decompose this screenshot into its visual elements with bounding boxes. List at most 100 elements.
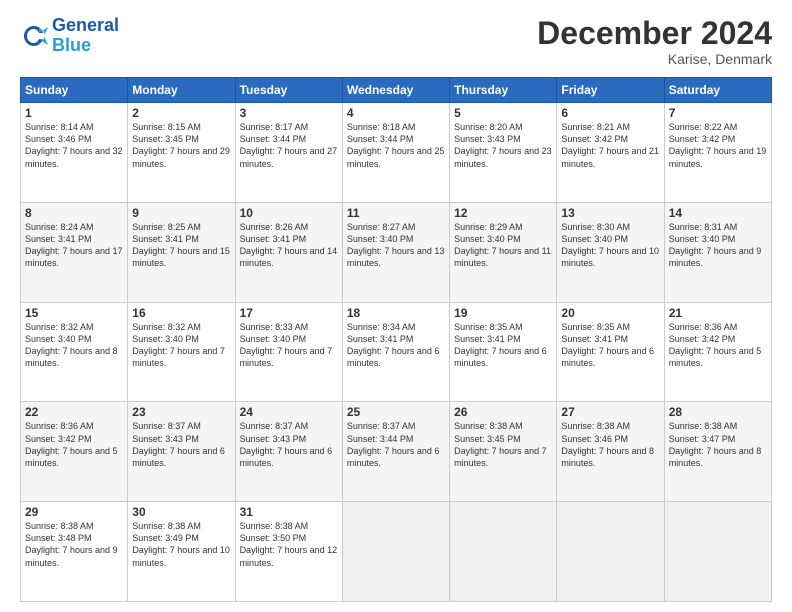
calendar-cell: 5Sunrise: 8:20 AMSunset: 3:43 PMDaylight… xyxy=(450,103,557,203)
day-number: 3 xyxy=(240,106,338,120)
calendar-cell: 13Sunrise: 8:30 AMSunset: 3:40 PMDayligh… xyxy=(557,202,664,302)
calendar-cell: 4Sunrise: 8:18 AMSunset: 3:44 PMDaylight… xyxy=(342,103,449,203)
calendar-cell: 27Sunrise: 8:38 AMSunset: 3:46 PMDayligh… xyxy=(557,402,664,502)
day-number: 28 xyxy=(669,405,767,419)
weekday-header-row: SundayMondayTuesdayWednesdayThursdayFrid… xyxy=(21,78,772,103)
calendar-cell: 9Sunrise: 8:25 AMSunset: 3:41 PMDaylight… xyxy=(128,202,235,302)
cell-info: Sunrise: 8:24 AMSunset: 3:41 PMDaylight:… xyxy=(25,221,123,270)
day-number: 10 xyxy=(240,206,338,220)
day-number: 30 xyxy=(132,505,230,519)
day-number: 17 xyxy=(240,306,338,320)
calendar-cell: 30Sunrise: 8:38 AMSunset: 3:49 PMDayligh… xyxy=(128,502,235,602)
calendar-cell: 2Sunrise: 8:15 AMSunset: 3:45 PMDaylight… xyxy=(128,103,235,203)
weekday-header-cell: Saturday xyxy=(664,78,771,103)
cell-info: Sunrise: 8:25 AMSunset: 3:41 PMDaylight:… xyxy=(132,221,230,270)
day-number: 6 xyxy=(561,106,659,120)
weekday-header-cell: Thursday xyxy=(450,78,557,103)
day-number: 18 xyxy=(347,306,445,320)
day-number: 24 xyxy=(240,405,338,419)
calendar-cell: 31Sunrise: 8:38 AMSunset: 3:50 PMDayligh… xyxy=(235,502,342,602)
calendar-cell: 16Sunrise: 8:32 AMSunset: 3:40 PMDayligh… xyxy=(128,302,235,402)
cell-info: Sunrise: 8:37 AMSunset: 3:43 PMDaylight:… xyxy=(240,420,338,469)
cell-info: Sunrise: 8:26 AMSunset: 3:41 PMDaylight:… xyxy=(240,221,338,270)
cell-info: Sunrise: 8:30 AMSunset: 3:40 PMDaylight:… xyxy=(561,221,659,270)
weekday-header-cell: Friday xyxy=(557,78,664,103)
calendar-cell xyxy=(342,502,449,602)
calendar-cell: 29Sunrise: 8:38 AMSunset: 3:48 PMDayligh… xyxy=(21,502,128,602)
weekday-header-cell: Sunday xyxy=(21,78,128,103)
calendar-header: SundayMondayTuesdayWednesdayThursdayFrid… xyxy=(21,78,772,103)
cell-info: Sunrise: 8:38 AMSunset: 3:46 PMDaylight:… xyxy=(561,420,659,469)
day-number: 26 xyxy=(454,405,552,419)
cell-info: Sunrise: 8:35 AMSunset: 3:41 PMDaylight:… xyxy=(454,321,552,370)
calendar-cell: 7Sunrise: 8:22 AMSunset: 3:42 PMDaylight… xyxy=(664,103,771,203)
day-number: 13 xyxy=(561,206,659,220)
day-number: 22 xyxy=(25,405,123,419)
day-number: 31 xyxy=(240,505,338,519)
day-number: 5 xyxy=(454,106,552,120)
calendar-week-row: 1Sunrise: 8:14 AMSunset: 3:46 PMDaylight… xyxy=(21,103,772,203)
day-number: 4 xyxy=(347,106,445,120)
page: General Blue December 2024 Karise, Denma… xyxy=(0,0,792,612)
cell-info: Sunrise: 8:34 AMSunset: 3:41 PMDaylight:… xyxy=(347,321,445,370)
calendar-cell xyxy=(557,502,664,602)
cell-info: Sunrise: 8:37 AMSunset: 3:43 PMDaylight:… xyxy=(132,420,230,469)
day-number: 2 xyxy=(132,106,230,120)
cell-info: Sunrise: 8:37 AMSunset: 3:44 PMDaylight:… xyxy=(347,420,445,469)
logo-text: General Blue xyxy=(52,16,119,56)
location: Karise, Denmark xyxy=(537,51,772,67)
day-number: 29 xyxy=(25,505,123,519)
day-number: 14 xyxy=(669,206,767,220)
calendar-cell: 1Sunrise: 8:14 AMSunset: 3:46 PMDaylight… xyxy=(21,103,128,203)
day-number: 1 xyxy=(25,106,123,120)
cell-info: Sunrise: 8:32 AMSunset: 3:40 PMDaylight:… xyxy=(25,321,123,370)
cell-info: Sunrise: 8:38 AMSunset: 3:49 PMDaylight:… xyxy=(132,520,230,569)
calendar-cell: 24Sunrise: 8:37 AMSunset: 3:43 PMDayligh… xyxy=(235,402,342,502)
day-number: 27 xyxy=(561,405,659,419)
cell-info: Sunrise: 8:21 AMSunset: 3:42 PMDaylight:… xyxy=(561,121,659,170)
cell-info: Sunrise: 8:33 AMSunset: 3:40 PMDaylight:… xyxy=(240,321,338,370)
calendar-cell: 6Sunrise: 8:21 AMSunset: 3:42 PMDaylight… xyxy=(557,103,664,203)
calendar-cell: 3Sunrise: 8:17 AMSunset: 3:44 PMDaylight… xyxy=(235,103,342,203)
calendar-body: 1Sunrise: 8:14 AMSunset: 3:46 PMDaylight… xyxy=(21,103,772,602)
cell-info: Sunrise: 8:32 AMSunset: 3:40 PMDaylight:… xyxy=(132,321,230,370)
cell-info: Sunrise: 8:38 AMSunset: 3:45 PMDaylight:… xyxy=(454,420,552,469)
weekday-header-cell: Tuesday xyxy=(235,78,342,103)
weekday-header-cell: Monday xyxy=(128,78,235,103)
cell-info: Sunrise: 8:27 AMSunset: 3:40 PMDaylight:… xyxy=(347,221,445,270)
calendar-week-row: 22Sunrise: 8:36 AMSunset: 3:42 PMDayligh… xyxy=(21,402,772,502)
calendar-cell: 28Sunrise: 8:38 AMSunset: 3:47 PMDayligh… xyxy=(664,402,771,502)
day-number: 23 xyxy=(132,405,230,419)
day-number: 15 xyxy=(25,306,123,320)
calendar-cell: 11Sunrise: 8:27 AMSunset: 3:40 PMDayligh… xyxy=(342,202,449,302)
day-number: 11 xyxy=(347,206,445,220)
day-number: 16 xyxy=(132,306,230,320)
cell-info: Sunrise: 8:35 AMSunset: 3:41 PMDaylight:… xyxy=(561,321,659,370)
calendar-cell: 26Sunrise: 8:38 AMSunset: 3:45 PMDayligh… xyxy=(450,402,557,502)
cell-info: Sunrise: 8:20 AMSunset: 3:43 PMDaylight:… xyxy=(454,121,552,170)
day-number: 20 xyxy=(561,306,659,320)
day-number: 19 xyxy=(454,306,552,320)
cell-info: Sunrise: 8:18 AMSunset: 3:44 PMDaylight:… xyxy=(347,121,445,170)
cell-info: Sunrise: 8:17 AMSunset: 3:44 PMDaylight:… xyxy=(240,121,338,170)
day-number: 8 xyxy=(25,206,123,220)
day-number: 12 xyxy=(454,206,552,220)
cell-info: Sunrise: 8:29 AMSunset: 3:40 PMDaylight:… xyxy=(454,221,552,270)
cell-info: Sunrise: 8:31 AMSunset: 3:40 PMDaylight:… xyxy=(669,221,767,270)
calendar-cell: 15Sunrise: 8:32 AMSunset: 3:40 PMDayligh… xyxy=(21,302,128,402)
calendar-cell: 18Sunrise: 8:34 AMSunset: 3:41 PMDayligh… xyxy=(342,302,449,402)
calendar-cell xyxy=(450,502,557,602)
calendar-cell: 8Sunrise: 8:24 AMSunset: 3:41 PMDaylight… xyxy=(21,202,128,302)
calendar-week-row: 15Sunrise: 8:32 AMSunset: 3:40 PMDayligh… xyxy=(21,302,772,402)
month-title: December 2024 xyxy=(537,16,772,51)
calendar-cell xyxy=(664,502,771,602)
title-area: December 2024 Karise, Denmark xyxy=(537,16,772,67)
calendar-cell: 23Sunrise: 8:37 AMSunset: 3:43 PMDayligh… xyxy=(128,402,235,502)
calendar-cell: 12Sunrise: 8:29 AMSunset: 3:40 PMDayligh… xyxy=(450,202,557,302)
cell-info: Sunrise: 8:14 AMSunset: 3:46 PMDaylight:… xyxy=(25,121,123,170)
calendar-table: SundayMondayTuesdayWednesdayThursdayFrid… xyxy=(20,77,772,602)
logo: General Blue xyxy=(20,16,119,56)
calendar-cell: 10Sunrise: 8:26 AMSunset: 3:41 PMDayligh… xyxy=(235,202,342,302)
calendar-cell: 25Sunrise: 8:37 AMSunset: 3:44 PMDayligh… xyxy=(342,402,449,502)
cell-info: Sunrise: 8:38 AMSunset: 3:50 PMDaylight:… xyxy=(240,520,338,569)
